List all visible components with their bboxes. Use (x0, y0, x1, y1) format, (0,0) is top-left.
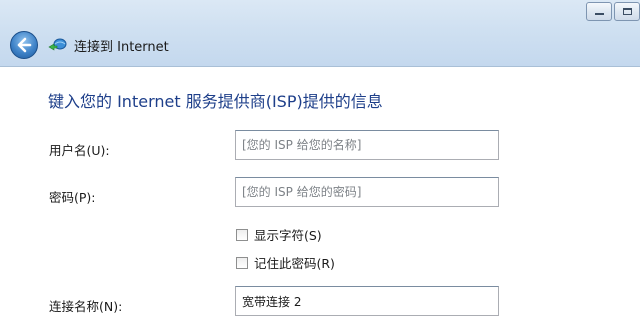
back-button[interactable] (10, 31, 38, 59)
connect-to-internet-window: 连接到 Internet 键入您的 Internet 服务提供商(ISP)提供的… (0, 0, 640, 330)
window-title: 连接到 Internet (74, 40, 169, 55)
show-chars-checkbox[interactable] (236, 228, 248, 241)
remember-password-label: 记住此密码(R) (254, 256, 335, 271)
password-label: 密码(P): (49, 190, 96, 205)
minimize-button[interactable] (586, 2, 612, 21)
connection-name-input[interactable] (235, 286, 499, 316)
remember-password-checkbox[interactable] (236, 256, 248, 269)
window-controls (584, 2, 640, 21)
page-heading: 键入您的 Internet 服务提供商(ISP)提供的信息 (48, 92, 383, 111)
title-bar: 连接到 Internet (0, 0, 640, 67)
minimize-icon (595, 13, 604, 15)
show-chars-label: 显示字符(S) (254, 228, 322, 243)
username-label: 用户名(U): (49, 143, 110, 158)
username-input[interactable] (235, 130, 499, 160)
network-connection-icon (48, 38, 67, 51)
remember-password-option[interactable]: 记住此密码(R) (236, 253, 335, 272)
maximize-button[interactable] (614, 2, 640, 21)
connection-name-label: 连接名称(N): (49, 299, 123, 314)
back-arrow-icon (17, 37, 32, 53)
show-chars-option[interactable]: 显示字符(S) (236, 225, 322, 244)
password-input[interactable] (235, 177, 499, 207)
maximize-icon (623, 8, 632, 15)
